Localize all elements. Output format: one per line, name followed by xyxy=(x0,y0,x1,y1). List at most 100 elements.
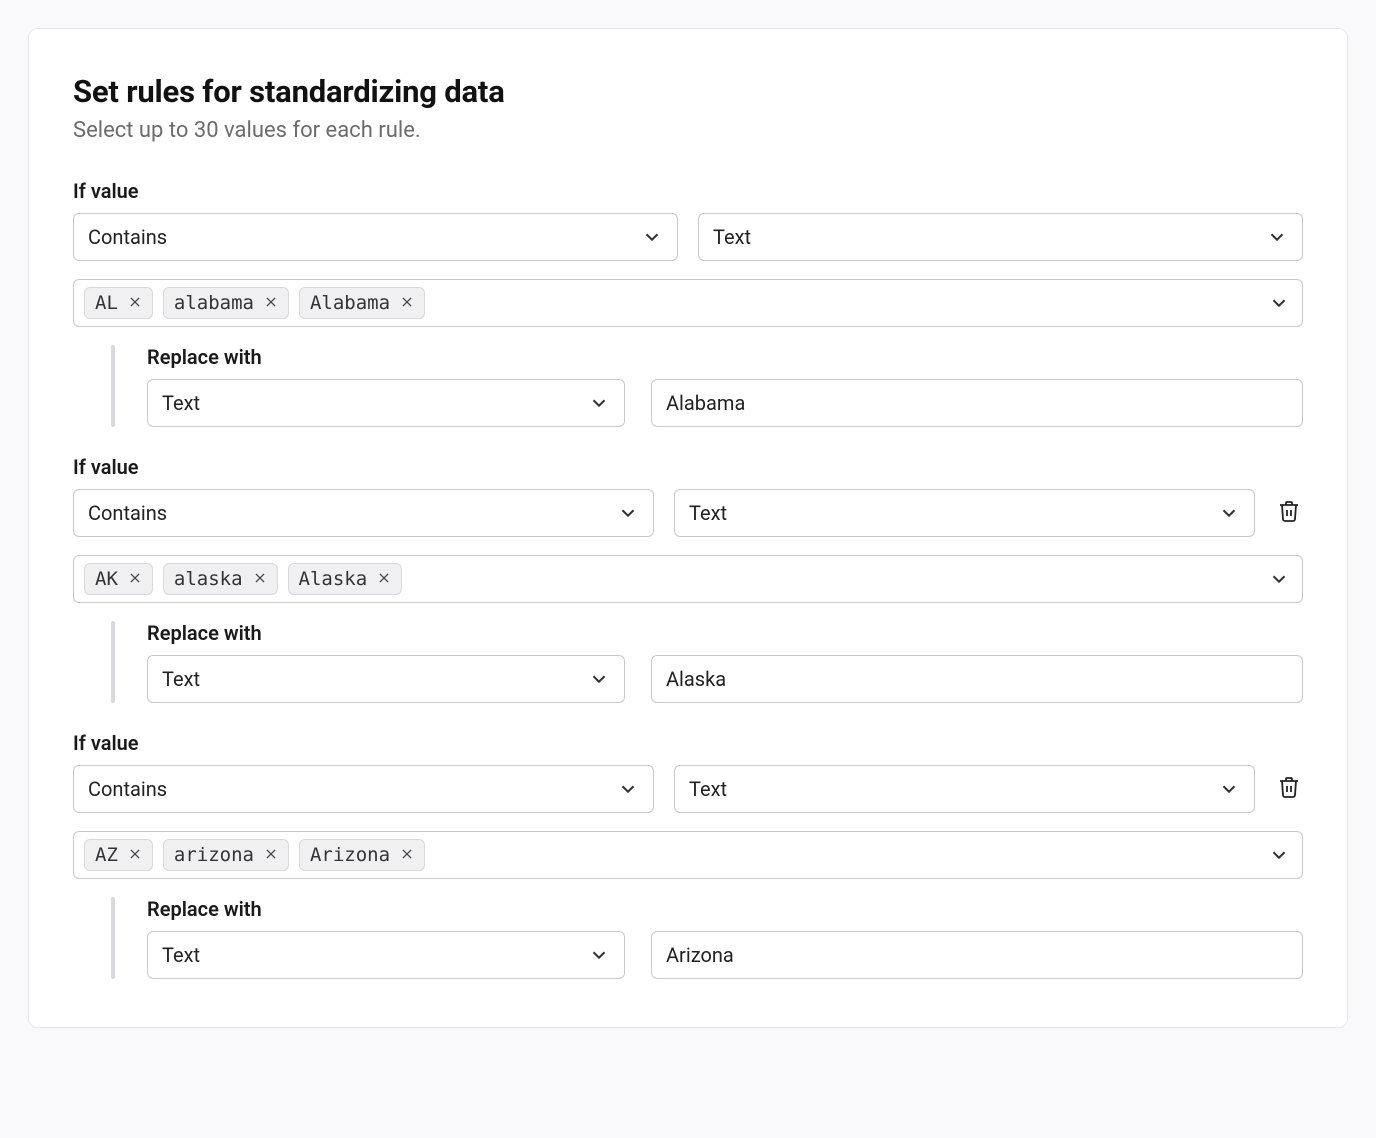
rule-block: If valueContainsTextAZarizonaArizonaRepl… xyxy=(73,731,1303,979)
close-icon xyxy=(400,844,414,866)
value-tag: Alaska xyxy=(288,563,403,595)
replace-value-input[interactable]: Alabama xyxy=(651,379,1303,427)
close-icon xyxy=(253,568,267,590)
condition-operator-select[interactable]: Contains xyxy=(73,213,678,261)
close-icon xyxy=(128,292,142,314)
rule-block: If valueContainsTextALalabamaAlabamaRepl… xyxy=(73,179,1303,427)
replace-inner: Replace with Text Alaska xyxy=(147,621,1303,703)
condition-type-select[interactable]: Text xyxy=(674,765,1255,813)
chevron-down-icon xyxy=(617,502,639,524)
replace-type-value: Text xyxy=(162,943,200,967)
if-value-label: If value xyxy=(73,455,1303,479)
chevron-down-icon xyxy=(1268,292,1290,314)
value-tag: Alabama xyxy=(299,287,425,319)
condition-operator-value: Contains xyxy=(88,501,167,525)
chevron-down-icon xyxy=(588,668,610,690)
remove-tag-button[interactable] xyxy=(264,296,278,310)
condition-type-select[interactable]: Text xyxy=(674,489,1255,537)
replace-value-text: Arizona xyxy=(666,943,734,967)
remove-tag-button[interactable] xyxy=(253,572,267,586)
replace-row: Text Alabama xyxy=(147,379,1303,427)
value-tag: AL xyxy=(84,287,153,319)
chevron-down-icon xyxy=(1218,778,1240,800)
condition-type-value: Text xyxy=(689,501,727,525)
remove-tag-button[interactable] xyxy=(128,572,142,586)
remove-tag-button[interactable] xyxy=(128,848,142,862)
value-tag-label: alabama xyxy=(174,292,254,314)
replace-with-section: Replace with Text Alaska xyxy=(111,621,1303,703)
if-value-label: If value xyxy=(73,731,1303,755)
replace-inner: Replace with Text Alabama xyxy=(147,345,1303,427)
remove-tag-button[interactable] xyxy=(400,848,414,862)
condition-operator-select[interactable]: Contains xyxy=(73,765,654,813)
replace-type-select[interactable]: Text xyxy=(147,379,625,427)
replace-with-section: Replace with Text Alabama xyxy=(111,345,1303,427)
replace-type-value: Text xyxy=(162,667,200,691)
replace-inner: Replace with Text Arizona xyxy=(147,897,1303,979)
page-subtitle: Select up to 30 values for each rule. xyxy=(73,118,1303,143)
replace-value-input[interactable]: Arizona xyxy=(651,931,1303,979)
condition-row: Contains Text xyxy=(73,489,1303,537)
chevron-down-icon xyxy=(1268,568,1290,590)
indent-bar xyxy=(111,897,115,979)
delete-rule-button[interactable] xyxy=(1275,775,1303,803)
values-tag-input[interactable]: AK alaska Alaska xyxy=(73,555,1303,603)
remove-tag-button[interactable] xyxy=(377,572,391,586)
replace-with-section: Replace with Text Arizona xyxy=(111,897,1303,979)
close-icon xyxy=(264,844,278,866)
rules-card: Set rules for standardizing data Select … xyxy=(28,28,1348,1028)
value-tag-label: arizona xyxy=(174,844,254,866)
value-tag-label: AK xyxy=(95,568,118,590)
remove-tag-button[interactable] xyxy=(128,296,142,310)
condition-operator-value: Contains xyxy=(88,777,167,801)
remove-tag-button[interactable] xyxy=(264,848,278,862)
delete-rule-button[interactable] xyxy=(1275,499,1303,527)
replace-value-input[interactable]: Alaska xyxy=(651,655,1303,703)
value-tag: alabama xyxy=(163,287,289,319)
indent-bar xyxy=(111,621,115,703)
replace-with-label: Replace with xyxy=(147,621,1303,645)
replace-type-value: Text xyxy=(162,391,200,415)
if-value-label: If value xyxy=(73,179,1303,203)
chevron-down-icon xyxy=(588,392,610,414)
close-icon xyxy=(400,292,414,314)
trash-icon xyxy=(1277,775,1301,803)
values-tag-input[interactable]: AL alabama Alabama xyxy=(73,279,1303,327)
replace-row: Text Alaska xyxy=(147,655,1303,703)
replace-type-select[interactable]: Text xyxy=(147,931,625,979)
value-tag: Arizona xyxy=(299,839,425,871)
chevron-down-icon xyxy=(617,778,639,800)
values-tag-input[interactable]: AZ arizona Arizona xyxy=(73,831,1303,879)
rules-list: If valueContainsTextALalabamaAlabamaRepl… xyxy=(73,179,1303,979)
value-tag: alaska xyxy=(163,563,278,595)
condition-row: Contains Text xyxy=(73,765,1303,813)
close-icon xyxy=(264,292,278,314)
value-tag-label: Arizona xyxy=(310,844,390,866)
remove-tag-button[interactable] xyxy=(400,296,414,310)
value-tag-label: alaska xyxy=(174,568,243,590)
page-title: Set rules for standardizing data xyxy=(73,73,1303,110)
condition-row: Contains Text xyxy=(73,213,1303,261)
replace-with-label: Replace with xyxy=(147,897,1303,921)
value-tag: AK xyxy=(84,563,153,595)
condition-type-value: Text xyxy=(689,777,727,801)
replace-value-text: Alaska xyxy=(666,667,726,691)
chevron-down-icon xyxy=(1268,844,1290,866)
chevron-down-icon xyxy=(1266,226,1288,248)
trash-icon xyxy=(1277,499,1301,527)
condition-operator-value: Contains xyxy=(88,225,167,249)
replace-type-select[interactable]: Text xyxy=(147,655,625,703)
condition-type-select[interactable]: Text xyxy=(698,213,1303,261)
replace-value-text: Alabama xyxy=(666,391,745,415)
value-tag-label: AZ xyxy=(95,844,118,866)
indent-bar xyxy=(111,345,115,427)
value-tag-label: Alaska xyxy=(299,568,368,590)
replace-with-label: Replace with xyxy=(147,345,1303,369)
rule-block: If valueContainsTextAKalaskaAlaskaReplac… xyxy=(73,455,1303,703)
chevron-down-icon xyxy=(588,944,610,966)
replace-row: Text Arizona xyxy=(147,931,1303,979)
value-tag: arizona xyxy=(163,839,289,871)
value-tag-label: Alabama xyxy=(310,292,390,314)
condition-operator-select[interactable]: Contains xyxy=(73,489,654,537)
chevron-down-icon xyxy=(641,226,663,248)
